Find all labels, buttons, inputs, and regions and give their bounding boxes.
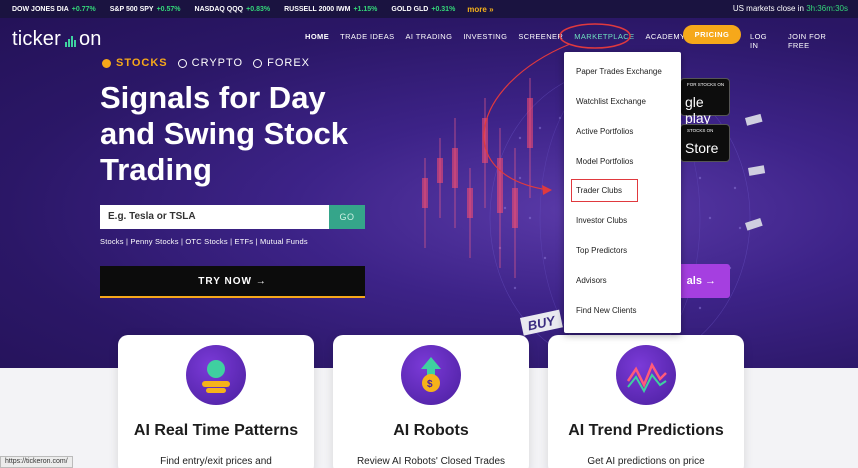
menu-item-active-portfolios[interactable]: Active Portfolios [576,127,633,136]
main-nav: HOME TRADE IDEAS AI TRADING INVESTING SC… [305,32,696,41]
menu-item-investor-clubs[interactable]: Investor Clubs [576,216,627,225]
trend-icon [616,345,676,405]
asset-option-stocks[interactable]: STOCKS [102,57,168,69]
asset-type-selector: STOCKS CRYPTO FOREX [102,57,320,69]
ticker-search-input[interactable]: E.g. Tesla or TSLA [100,205,329,229]
card-title: AI Real Time Patterns [133,422,299,439]
svg-text:$: $ [427,379,433,390]
menu-item-top-predictors[interactable]: Top Predictors [576,246,627,255]
nav-trade-ideas[interactable]: TRADE IDEAS [340,32,394,41]
search-go-button[interactable]: GO [329,205,365,229]
ticker-more-link[interactable]: more » [467,5,493,14]
feature-card-patterns[interactable]: AI Real Time Patterns Find entry/exit pr… [118,335,314,468]
google-play-badge[interactable]: FOR STOCKS ON gle play [680,78,730,126]
hero-section: BUY ticker on HOME TRADE IDEAS AI TRADIN… [0,18,858,368]
status-bar-url: https://tickeron.com/ [0,456,73,468]
nav-marketplace[interactable]: MARKETPLACE [574,32,634,41]
ticker-item[interactable]: RUSSELL 2000 IWM +1.15% [284,6,377,13]
asset-option-forex[interactable]: FOREX [253,57,310,69]
logo-text-left: ticker [12,28,61,50]
card-title: AI Trend Predictions [568,422,724,439]
nav-screener[interactable]: SCREENER [518,32,563,41]
menu-item-paper-trades-exchange[interactable]: Paper Trades Exchange [576,67,662,76]
card-description: Get AI predictions on price [587,456,705,467]
ticker-item[interactable]: DOW JONES DIA +0.77% [12,6,96,13]
logo-text-right: on [78,28,102,50]
card-title: AI Robots [393,422,469,439]
nav-investing[interactable]: INVESTING [463,32,507,41]
ticker-item[interactable]: NASDAQ QQQ +0.83% [195,6,271,13]
join-free-link[interactable]: JOIN FOR FREE [788,32,846,50]
pricing-button[interactable]: PRICING [683,25,741,44]
ticker-on-logo[interactable]: ticker on [12,28,102,51]
hero-globe-chart-graphic: BUY [422,67,766,368]
try-now-button[interactable]: TRY NOW → [100,266,365,298]
card-description: Find entry/exit prices and [160,456,272,467]
market-close-countdown: US markets close in 3h:36m:30s [733,4,848,13]
robots-icon: $ [401,345,461,405]
nav-academy[interactable]: ACADEMY [645,32,685,41]
hero-headline: Signals for Day and Swing Stock Trading [100,80,349,187]
trader-clubs-highlight-box [571,179,638,202]
auth-nav: LOG IN JOIN FOR FREE [750,32,858,50]
ticker-item[interactable]: S&P 500 SPY +0.57% [110,6,181,13]
radio-icon [253,58,263,68]
nav-home[interactable]: HOME [305,32,329,41]
market-close-time: 3h:36m:30s [806,4,848,13]
card-description: Review AI Robots' Closed Trades [356,456,506,467]
market-close-label: US markets close in [732,4,804,13]
market-ticker-bar: DOW JONES DIA +0.77% S&P 500 SPY +0.57% NA… [0,0,858,18]
asset-option-crypto[interactable]: CRYPTO [177,57,243,69]
menu-item-model-portfolios[interactable]: Model Portfolios [576,157,633,166]
menu-item-find-new-clients[interactable]: Find New Clients [576,306,636,315]
login-link[interactable]: LOG IN [750,32,776,50]
ticker-item[interactable]: GOLD GLD +0.31% [391,6,455,13]
category-links[interactable]: Stocks | Penny Stocks | OTC Stocks | ETF… [100,237,308,246]
feature-card-robots[interactable]: $ AI Robots Review AI Robots' Closed Tra… [333,335,529,468]
radio-selected-icon [102,58,111,68]
nav-ai-trading[interactable]: AI TRADING [406,32,453,41]
radio-icon [177,58,187,68]
menu-item-advisors[interactable]: Advisors [576,276,607,285]
patterns-icon [186,345,246,405]
feature-card-trend[interactable]: AI Trend Predictions Get AI predictions … [548,335,744,468]
menu-item-watchlist-exchange[interactable]: Watchlist Exchange [576,97,646,106]
app-store-badge[interactable]: STOCKS ON Store [680,124,730,162]
logo-bars-icon [64,33,77,47]
